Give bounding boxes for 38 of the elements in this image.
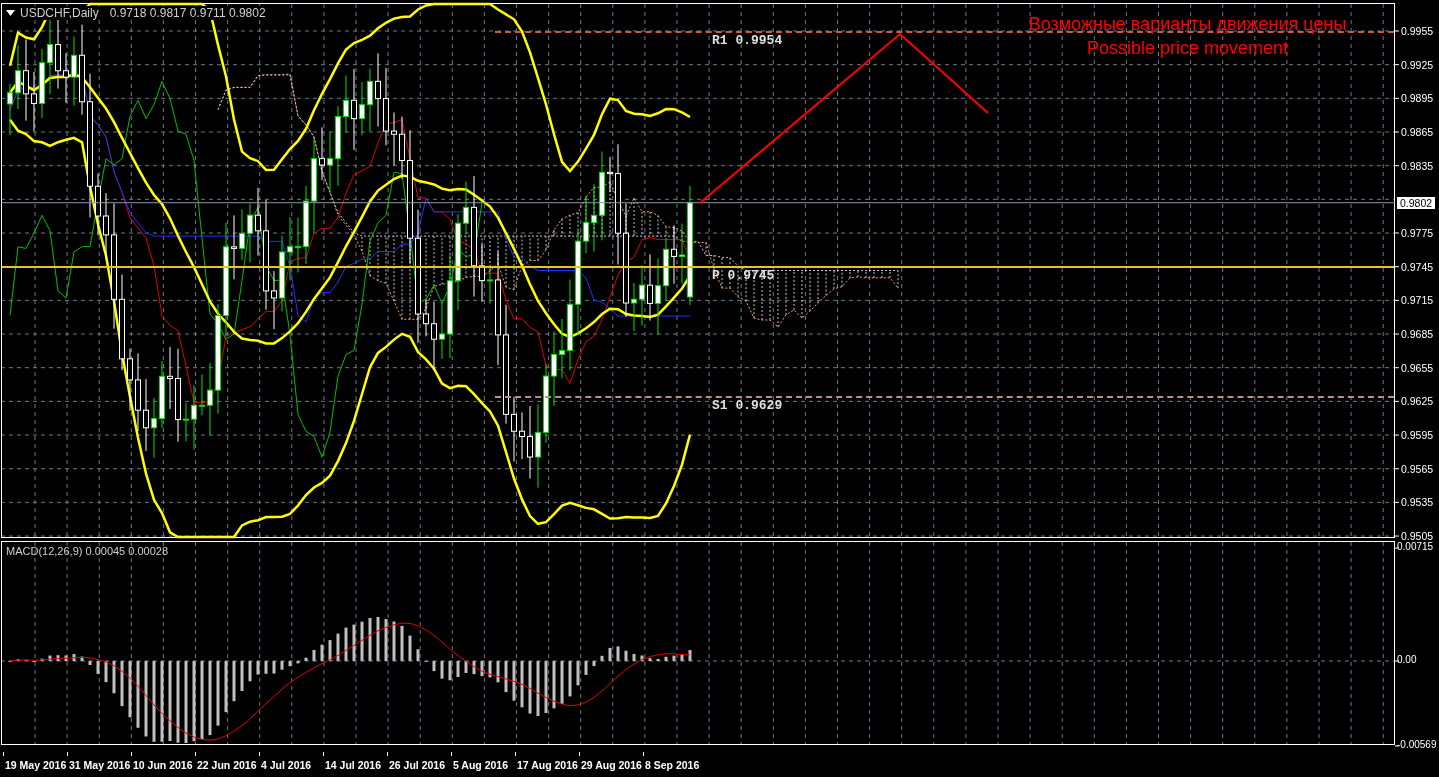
price-axis-label: 0.9925 xyxy=(1401,58,1434,71)
annotation-text: Возможные варианты движения цены xyxy=(1028,13,1347,36)
date-axis-label: 10 Jun 2016 xyxy=(133,759,193,771)
macd-label: MACD(12,26,9) 0.00045 0.00028 xyxy=(6,545,169,557)
date-axis-label: 5 Aug 2016 xyxy=(453,759,509,771)
date-axis-label: 26 Jul 2016 xyxy=(389,759,446,771)
macd-axis-label: 0.00 xyxy=(1397,654,1417,665)
macd-axis-label: -0.00569 xyxy=(1397,739,1437,750)
date-axis-label: 19 May 2016 xyxy=(5,759,67,771)
price-axis-label: 0.9565 xyxy=(1401,462,1434,475)
price-axis-label: 0.9535 xyxy=(1401,496,1434,509)
price-axis-label: 0.9895 xyxy=(1401,92,1434,105)
price-axis-label: 0.9655 xyxy=(1401,361,1434,374)
price-axis-label: 0.9835 xyxy=(1401,159,1434,172)
price-axis-label: 0.9865 xyxy=(1401,126,1434,138)
price-axis-label: 0.9625 xyxy=(1401,395,1434,408)
price-axis-label: 0.9595 xyxy=(1401,429,1434,442)
date-axis-label: 14 Jul 2016 xyxy=(325,759,382,771)
ohlc-values: 0.9718 0.9817 0.9711 0.9802 xyxy=(109,6,266,20)
annotation-text: Possible price movement xyxy=(1086,37,1289,60)
symbol-label: USDCHF,Daily xyxy=(20,6,99,20)
pivot-label: R1 0.9954 xyxy=(712,33,783,49)
price-axis-label: 0.9505 xyxy=(1401,530,1434,543)
current-price-tag: 0.9802 xyxy=(1397,196,1436,209)
macd-axis-label: 0.00715 xyxy=(1397,541,1434,552)
pivot-label: S1 0.9629 xyxy=(712,397,783,413)
date-axis-label: 31 May 2016 xyxy=(69,759,131,771)
pivot-label: P 0.9745 xyxy=(712,267,775,283)
date-axis-label: 17 Aug 2016 xyxy=(517,759,578,771)
date-axis-label: 29 Aug 2016 xyxy=(581,759,642,771)
date-axis-label: 8 Sep 2016 xyxy=(645,759,700,771)
date-axis-label: 22 Jun 2016 xyxy=(197,759,257,771)
date-axis-label: 4 Jul 2016 xyxy=(261,759,312,771)
price-axis-label: 0.9745 xyxy=(1401,260,1434,273)
price-axis-label: 0.9775 xyxy=(1401,227,1434,239)
price-axis-label: 0.9715 xyxy=(1401,294,1434,307)
price-axis-label: 0.9955 xyxy=(1401,25,1434,37)
price-axis-label: 0.9685 xyxy=(1401,328,1434,340)
